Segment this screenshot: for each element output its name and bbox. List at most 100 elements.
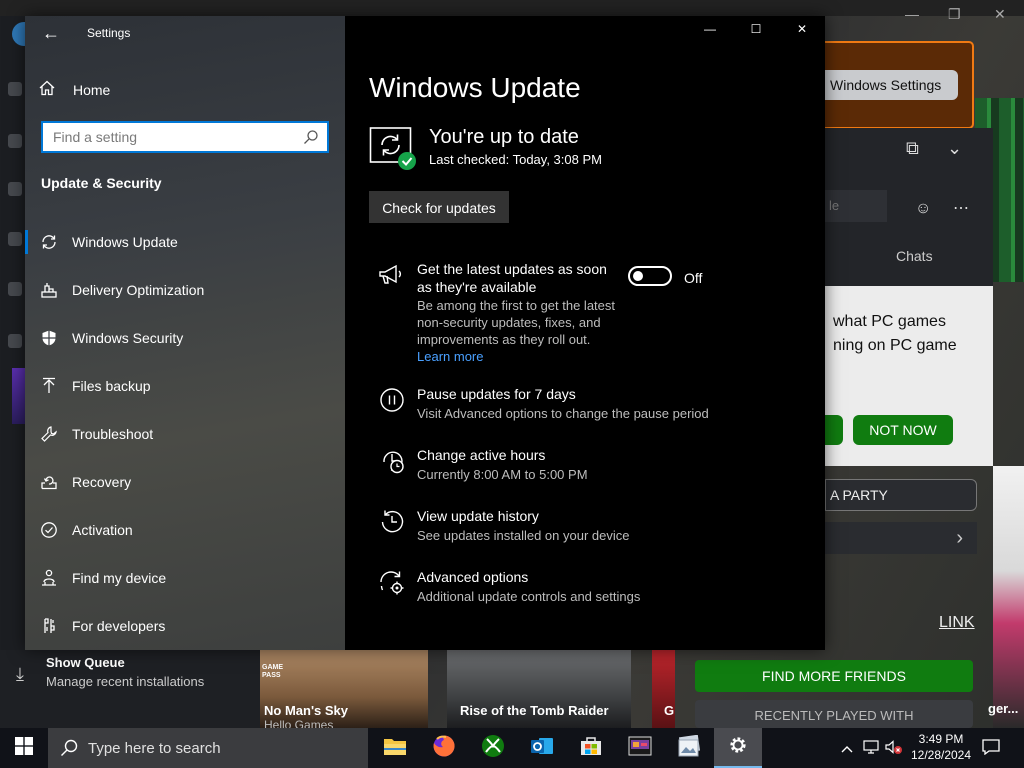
rail-game-art[interactable] (12, 368, 26, 424)
change-active-hours-link[interactable]: Change active hours (417, 447, 545, 463)
rail-community-icon[interactable] (8, 232, 22, 246)
advanced-options-link[interactable]: Advanced options (417, 569, 528, 585)
sidebar-item-label: Windows Security (72, 330, 184, 346)
game-tile[interactable]: GAME PASS No Man's Sky Hello Games (260, 650, 428, 728)
sidebar-item-files-backup[interactable]: Files backup (25, 364, 345, 408)
show-hidden-icons-chevron[interactable] (836, 728, 858, 768)
game-tile[interactable]: Rise of the Tomb Raider (447, 650, 631, 728)
recently-played-button[interactable]: RECENTLY PLAYED WITH (695, 700, 973, 728)
bg-windows-settings-button[interactable]: Windows Settings (818, 70, 958, 100)
advanced-sync-gear-icon (378, 569, 406, 597)
search-icon[interactable] (303, 129, 319, 145)
view-update-history-link[interactable]: View update history (417, 508, 539, 524)
taskbar-clock[interactable]: 3:49 PM 12/28/2024 (908, 731, 974, 763)
bg-yes-button[interactable] (825, 415, 843, 445)
bg-close-icon[interactable]: ✕ (994, 6, 1006, 23)
chevron-up-icon (841, 741, 853, 756)
taskbar-file-explorer[interactable] (371, 728, 419, 768)
maximize-button[interactable]: ☐ (744, 22, 768, 44)
person-pin-icon (39, 568, 59, 588)
more-options-icon[interactable]: ⋯ (953, 198, 969, 218)
taskbar-photos-app[interactable] (665, 728, 713, 768)
rail-store-icon[interactable] (8, 182, 22, 196)
search-icon (60, 739, 78, 757)
settings-gear-icon (727, 734, 749, 761)
show-queue-title[interactable]: Show Queue (46, 655, 125, 670)
taskbar-xbox[interactable] (469, 728, 517, 768)
sidebar-item-find-my-device[interactable]: Find my device (25, 556, 345, 600)
toggle-knob (633, 271, 643, 281)
sidebar-item-windows-update[interactable]: Windows Update (25, 220, 345, 264)
recovery-icon (39, 472, 59, 492)
advanced-options-subtitle: Additional update controls and settings (417, 589, 641, 604)
taskbar-search-placeholder[interactable]: Type here to search (88, 740, 221, 757)
update-status-icon (369, 124, 417, 172)
show-queue-panel[interactable] (0, 650, 260, 728)
rail-library-icon[interactable] (8, 134, 22, 148)
background-left-rail (0, 16, 26, 650)
taskbar-media-app[interactable] (616, 728, 664, 768)
update-history-subtitle: See updates installed on your device (417, 528, 630, 543)
active-hours-subtitle: Currently 8:00 AM to 5:00 PM (417, 467, 588, 482)
find-more-friends-button[interactable]: FIND MORE FRIENDS (695, 660, 973, 692)
start-button[interactable] (0, 728, 48, 768)
rail-letter-tile[interactable] (8, 334, 22, 348)
bg-minimize-icon[interactable]: — (905, 6, 919, 22)
taskbar-microsoft-store[interactable] (567, 728, 615, 768)
game-pass-badge: GAME PASS (262, 664, 283, 679)
minimize-button[interactable]: — (698, 22, 722, 44)
taskbar-firefox[interactable] (420, 728, 468, 768)
taskbar-outlook[interactable] (518, 728, 566, 768)
tab-chats[interactable]: Chats (896, 248, 933, 264)
check-for-updates-button[interactable]: Check for updates (369, 191, 509, 223)
home-nav-item[interactable]: Home (39, 78, 110, 102)
learn-more-link[interactable]: Learn more (417, 349, 483, 364)
not-now-button[interactable]: NOT NOW (853, 415, 953, 445)
sidebar-item-delivery-optimization[interactable]: Delivery Optimization (25, 268, 345, 312)
taskbar-search-box[interactable]: Type here to search (48, 728, 368, 768)
rail-queue-icon[interactable] (8, 282, 22, 296)
toggle-state-label: Off (684, 270, 703, 286)
search-input[interactable] (43, 123, 301, 151)
xbox-icon (481, 734, 505, 763)
settings-search-box[interactable] (41, 121, 329, 153)
section-title: Update & Security (41, 175, 162, 191)
start-party-button[interactable]: A PARTY (825, 479, 977, 511)
add-friend-icon[interactable]: ☺ (915, 200, 931, 218)
game-tile-title: G (664, 703, 675, 718)
sidebar-item-label: Windows Update (72, 234, 178, 250)
pause-updates-link[interactable]: Pause updates for 7 days (417, 386, 576, 402)
close-button[interactable]: ✕ (790, 22, 814, 44)
chevron-down-icon[interactable]: ⌄ (947, 138, 962, 159)
home-icon (39, 80, 61, 101)
shield-icon (39, 328, 59, 348)
clock-icon (378, 447, 406, 475)
tray-volume[interactable] (883, 728, 905, 768)
sync-icon (39, 232, 59, 252)
bg-game-art-right[interactable] (993, 466, 1024, 728)
popout-icon[interactable]: ⧉ (906, 138, 919, 159)
download-icon: ⤓ (16, 664, 24, 684)
back-button[interactable]: ← (39, 22, 63, 46)
rail-home-icon[interactable] (8, 82, 22, 96)
media-app-icon (628, 736, 652, 761)
bg-restore-icon[interactable]: ❐ (948, 6, 961, 23)
tray-network[interactable] (860, 728, 882, 768)
game-tile[interactable]: G (652, 650, 675, 728)
sidebar-item-troubleshoot[interactable]: Troubleshoot (25, 412, 345, 456)
settings-window: ← Settings Home Update & Security Window… (25, 16, 825, 650)
sidebar-item-windows-security[interactable]: Windows Security (25, 316, 345, 360)
latest-updates-toggle[interactable] (628, 266, 672, 286)
link-account-link[interactable]: LINK (939, 614, 975, 632)
game-tile-title: ger... (988, 701, 1019, 716)
sidebar-item-label: For developers (72, 618, 166, 634)
sidebar-item-activation[interactable]: Activation (25, 508, 345, 552)
sidebar-item-for-developers[interactable]: For developers (25, 604, 345, 648)
taskbar-settings[interactable] (714, 728, 762, 768)
bg-row-chevron[interactable]: › (825, 522, 977, 554)
bg-search-field[interactable]: le (825, 190, 887, 222)
taskbar: Type here to search 3:49 PM 12/28/2024 (0, 728, 1024, 768)
sidebar-item-label: Activation (72, 522, 133, 538)
sidebar-item-recovery[interactable]: Recovery (25, 460, 345, 504)
action-center-button[interactable] (978, 728, 1004, 768)
